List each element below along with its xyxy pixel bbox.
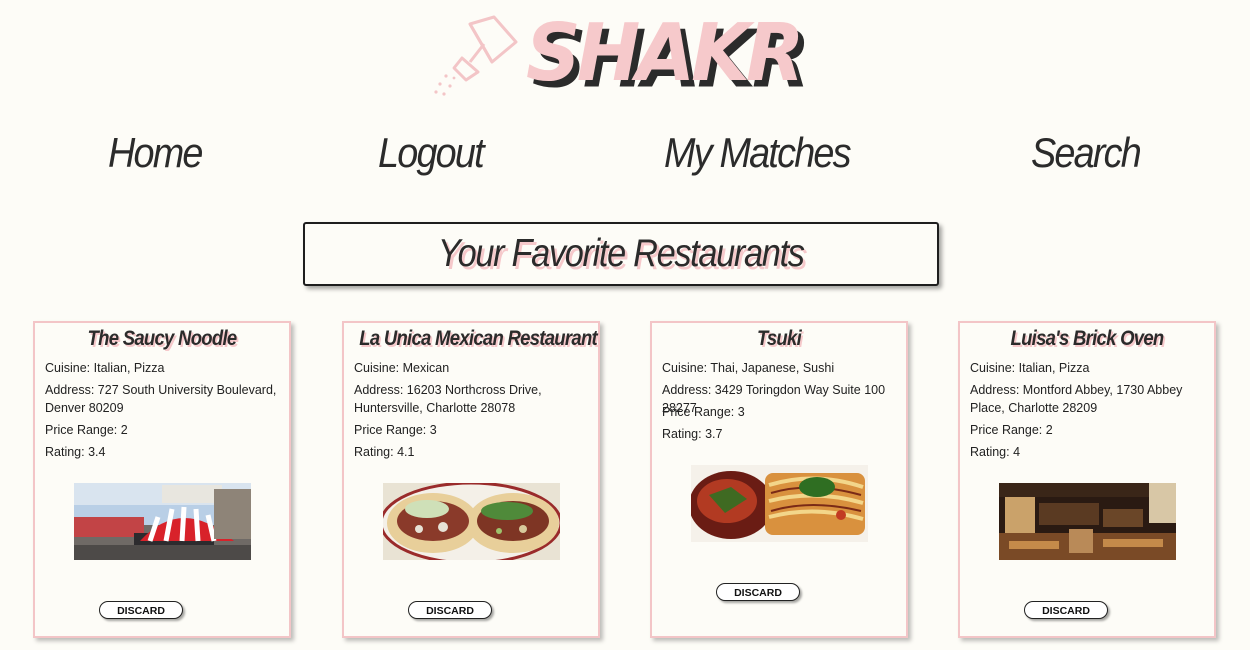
restaurant-name: La Unica Mexican Restaurant (359, 327, 597, 350)
nav-logout-link[interactable]: Logout (378, 127, 485, 179)
restaurant-card: The Saucy Noodle Cuisine: Italian, Pizza… (33, 321, 291, 638)
discard-button[interactable]: DISCARD (716, 583, 800, 601)
restaurant-photo (999, 483, 1176, 560)
restaurant-rating: Rating: 4.1 (354, 445, 415, 459)
restaurant-cuisine: Cuisine: Thai, Japanese, Sushi (662, 361, 835, 375)
restaurant-rating: Rating: 3.7 (662, 427, 723, 441)
discard-button[interactable]: DISCARD (408, 601, 492, 619)
restaurant-photo (383, 483, 560, 560)
restaurant-cuisine: Cuisine: Mexican (354, 361, 450, 375)
restaurant-name: Luisa's Brick Oven (1010, 327, 1165, 350)
restaurant-card: La Unica Mexican Restaurant Cuisine: Mex… (342, 321, 600, 638)
salt-shaker-icon (434, 15, 518, 96)
restaurant-address: Address: 727 South University Boulevard,… (45, 383, 277, 415)
restaurant-rating: Rating: 4 (970, 445, 1021, 459)
discard-button[interactable]: DISCARD (99, 601, 183, 619)
restaurant-address: Address: Montford Abbey, 1730 Abbey Plac… (970, 383, 1183, 415)
restaurant-cuisine: Cuisine: Italian, Pizza (45, 361, 165, 375)
logo-text[interactable]: SHAKR (526, 6, 805, 100)
restaurant-price-range: Price Range: 2 (970, 423, 1053, 437)
restaurant-price-range: Price Range: 3 (354, 423, 437, 437)
restaurant-photo (691, 465, 868, 542)
nav-home-link[interactable]: Home (108, 127, 203, 179)
restaurant-address: Address: 16203 Northcross Drive, Hunters… (354, 383, 542, 415)
restaurant-name: The Saucy Noodle (87, 327, 238, 350)
discard-button[interactable]: DISCARD (1024, 601, 1108, 619)
nav-search-link[interactable]: Search (1031, 127, 1142, 179)
restaurant-card: Luisa's Brick Oven Cuisine: Italian, Piz… (958, 321, 1216, 638)
page-title: Your Favorite Restaurants (438, 232, 805, 275)
restaurant-price-range: Price Range: 2 (45, 423, 128, 437)
restaurant-price-range: Price Range: 3 (662, 405, 745, 419)
restaurant-card: Tsuki Cuisine: Thai, Japanese, Sushi Add… (650, 321, 908, 638)
restaurant-photo (74, 483, 251, 560)
header: SHAKR (0, 0, 1250, 110)
nav-my-matches-link[interactable]: My Matches (664, 127, 852, 179)
page-title-box: Your Favorite Restaurants (303, 222, 939, 286)
restaurant-name: Tsuki (756, 327, 802, 350)
restaurant-rating: Rating: 3.4 (45, 445, 106, 459)
restaurant-cuisine: Cuisine: Italian, Pizza (970, 361, 1090, 375)
